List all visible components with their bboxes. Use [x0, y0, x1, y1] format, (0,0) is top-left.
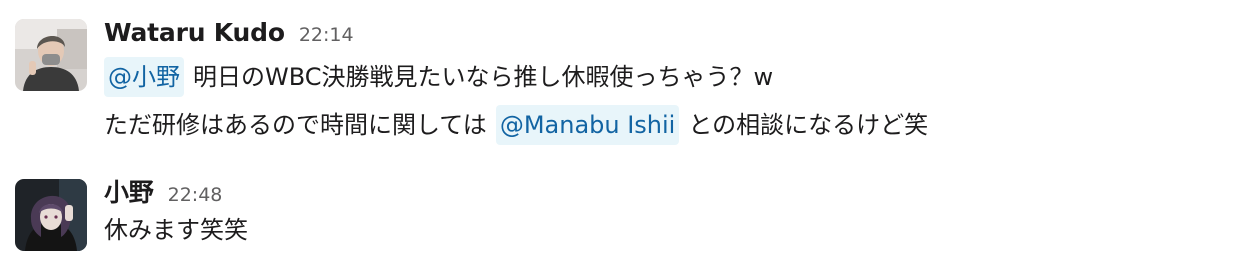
message-text: との相談になるけど笑 [688, 111, 929, 139]
message-text-line: @小野 明日のWBC決勝戦見たいなら推し休暇使っちゃう？w [104, 57, 773, 97]
user-avatar-icon[interactable] [15, 19, 87, 91]
sender-name[interactable]: Wataru Kudo [104, 18, 285, 47]
message-header: Wataru Kudo 22:14 [104, 18, 354, 47]
message-text: 休みます笑笑 [104, 216, 248, 244]
message-1: Wataru Kudo 22:14 @小野 明日のWBC決勝戦見たいなら推し休暇使… [0, 0, 1236, 158]
message-text-line: 休みます笑笑 [104, 210, 248, 250]
message-text: ただ研修はあるので時間に関しては [104, 111, 487, 139]
message-text: 明日のWBC決勝戦見たいなら推し休暇使っちゃう？w [193, 63, 774, 91]
timestamp[interactable]: 22:48 [168, 184, 223, 206]
timestamp[interactable]: 22:14 [299, 24, 354, 46]
message-text-line: ただ研修はあるので時間に関しては @Manabu Ishii との相談になるけど笑 [104, 105, 928, 145]
user-avatar-icon[interactable] [15, 179, 87, 251]
user-mention[interactable]: @小野 [104, 57, 184, 97]
sender-name[interactable]: 小野 [104, 173, 154, 209]
message-2: 小野 22:48 休みます笑笑 [0, 158, 1236, 267]
message-header: 小野 22:48 [104, 173, 222, 209]
user-mention[interactable]: @Manabu Ishii [495, 105, 680, 145]
